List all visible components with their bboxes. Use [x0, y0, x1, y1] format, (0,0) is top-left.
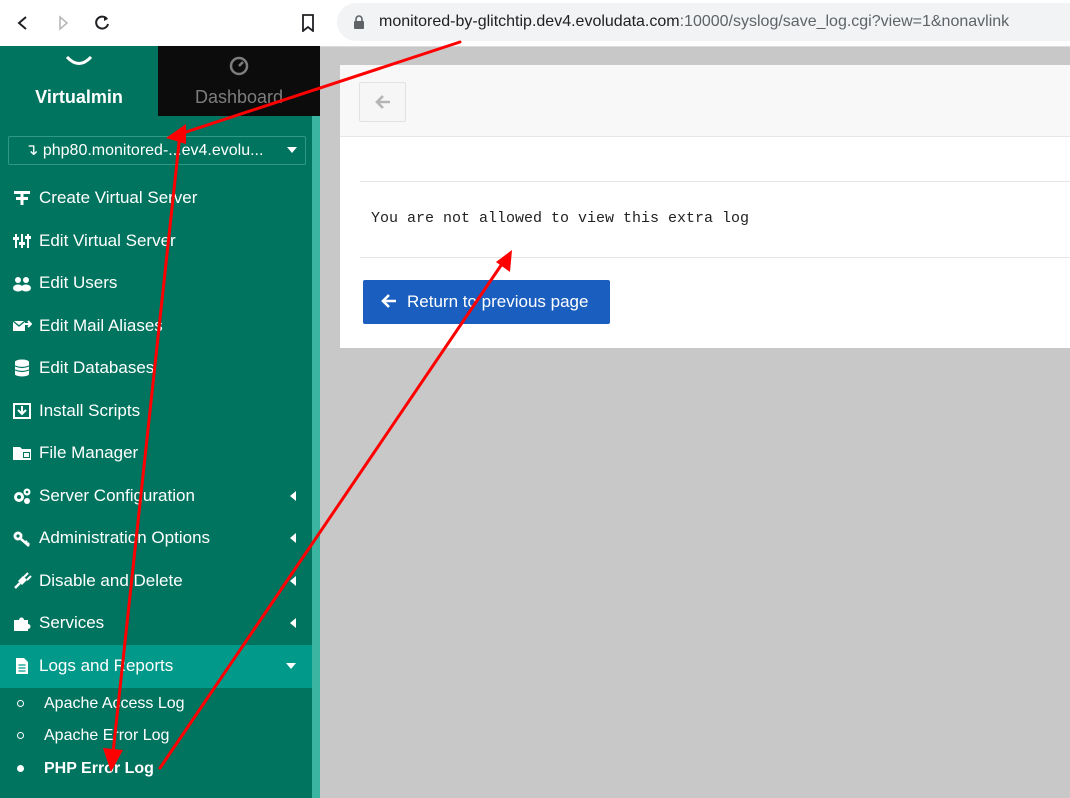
sidebar-tabs: Virtualmin Dashboard — [0, 46, 320, 116]
tab-virtualmin[interactable]: Virtualmin — [0, 46, 158, 116]
file-icon — [16, 658, 28, 674]
menu-label: Administration Options — [39, 528, 211, 547]
menu-administration-options[interactable]: Administration Options — [0, 517, 312, 559]
menu-label: Server Configuration — [39, 486, 195, 505]
back-arrow-icon — [17, 16, 27, 30]
download-icon — [13, 403, 31, 419]
back-button[interactable] — [359, 82, 406, 122]
menu-file-manager[interactable]: File Manager — [0, 432, 312, 474]
sliders-icon — [13, 234, 31, 248]
folder-icon — [13, 447, 31, 460]
menu-create-virtual-server[interactable]: Create Virtual Server — [0, 177, 312, 219]
tab-dashboard-label: Dashboard — [194, 87, 284, 107]
users-icon — [13, 277, 31, 292]
return-button[interactable]: Return to previous page — [363, 280, 610, 324]
menu-install-scripts[interactable]: Install Scripts — [0, 390, 312, 432]
arrow-left-icon — [381, 294, 396, 308]
menu-label: Edit Databases — [39, 358, 155, 377]
menu-disable-and-delete[interactable]: Disable and Delete — [0, 560, 312, 602]
menu-logs-and-reports[interactable]: Logs and Reports — [0, 645, 312, 688]
menu-label: File Manager — [39, 443, 139, 462]
menu-label: Edit Virtual Server — [39, 231, 176, 250]
puzzle-icon — [14, 617, 31, 631]
database-icon — [14, 359, 30, 377]
menu-edit-virtual-server[interactable]: Edit Virtual Server — [0, 220, 312, 262]
menu-label: Install Scripts — [39, 401, 141, 420]
caret-left-icon — [290, 576, 296, 586]
sidebar-scrollbar[interactable] — [312, 116, 320, 798]
gauge-icon — [229, 56, 249, 76]
submenu-php-error-log[interactable]: PHP Error Log — [0, 753, 312, 785]
domain-arrow-icon: ↴ — [25, 142, 43, 159]
content-panel: You are not allowed to view this extra l… — [340, 65, 1070, 348]
divider — [360, 257, 1070, 258]
submenu-label: Apache Access Log — [44, 695, 185, 712]
bullet-icon — [17, 700, 24, 707]
url-host: monitored-by-glitchtip.dev4.evoludata.co… — [379, 13, 680, 30]
error-message: You are not allowed to view this extra l… — [371, 210, 750, 227]
lock-icon — [354, 15, 364, 29]
caret-left-icon — [290, 533, 296, 543]
key-icon — [13, 531, 30, 547]
domain-selected: php80.monitored-...ev4.evolu... — [42, 142, 264, 159]
menu-edit-databases[interactable]: Edit Databases — [0, 347, 312, 389]
tab-dashboard[interactable]: Dashboard — [158, 46, 320, 116]
caret-left-icon — [290, 618, 296, 628]
reload-button[interactable] — [87, 8, 117, 38]
chevron-down-icon — [66, 56, 92, 65]
tab-virtualmin-label: Virtualmin — [35, 87, 123, 107]
panel-header — [340, 65, 1070, 137]
menu-label: Services — [39, 613, 105, 632]
return-button-label: Return to previous page — [407, 292, 589, 311]
url-text: monitored-by-glitchtip.dev4.evoludata.co… — [379, 13, 1009, 31]
bullet-filled-icon — [17, 765, 24, 772]
gears-icon — [14, 488, 31, 504]
caret-left-icon — [290, 491, 296, 501]
bookmark-button[interactable] — [293, 8, 323, 38]
mail-forward-icon — [12, 320, 32, 331]
menu-server-configuration[interactable]: Server Configuration — [0, 475, 312, 517]
menu-edit-mail-aliases[interactable]: Edit Mail Aliases — [0, 305, 312, 347]
arrow-left-icon — [374, 95, 390, 109]
menu-label: Edit Mail Aliases — [39, 316, 163, 335]
menu-label: Edit Users — [39, 273, 118, 292]
address-bar[interactable]: monitored-by-glitchtip.dev4.evoludata.co… — [337, 3, 1070, 41]
bullet-icon — [17, 732, 24, 739]
menu-edit-users[interactable]: Edit Users — [0, 262, 312, 304]
submenu-label: Apache Error Log — [44, 727, 170, 744]
domain-selector[interactable]: ↴ php80.monitored-...ev4.evolu... — [8, 136, 306, 165]
browser-toolbar: monitored-by-glitchtip.dev4.evoludata.co… — [0, 0, 1070, 47]
caret-down-icon — [286, 663, 296, 669]
forward-nav-button[interactable] — [48, 8, 78, 38]
menu-label: Logs and Reports — [39, 656, 174, 675]
divider — [360, 181, 1070, 182]
plus-icon — [14, 191, 30, 205]
submenu-apache-access-log[interactable]: Apache Access Log — [0, 688, 312, 720]
url-path: :10000/syslog/save_log.cgi?view=1&nonavl… — [679, 13, 1010, 30]
sidebar: Virtualmin Dashboard ↴ php80.monitored-.… — [0, 46, 320, 798]
submenu-label: PHP Error Log — [44, 760, 154, 777]
submenu-apache-error-log[interactable]: Apache Error Log — [0, 720, 312, 752]
back-nav-button[interactable] — [8, 8, 38, 38]
forward-arrow-icon — [59, 15, 69, 31]
plug-icon — [14, 572, 32, 589]
reload-icon — [95, 15, 109, 30]
menu-label: Create Virtual Server — [39, 188, 198, 207]
menu-services[interactable]: Services — [0, 602, 312, 644]
menu-label: Disable and Delete — [39, 571, 183, 590]
caret-down-icon — [287, 147, 297, 153]
bookmark-icon — [302, 14, 314, 32]
